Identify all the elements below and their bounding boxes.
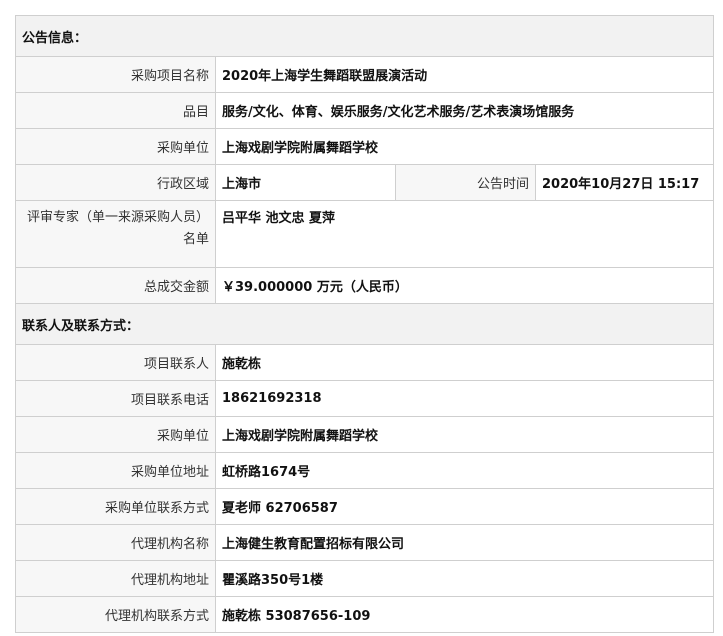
label-project-name: 采购项目名称 bbox=[15, 56, 216, 93]
section-contacts: 联系人及联系方式： bbox=[14, 303, 715, 345]
label-purchaser: 采购单位 bbox=[15, 128, 216, 165]
label-purchaser-address: 采购单位地址 bbox=[15, 452, 216, 489]
value-agency-contact: 施乾栋 53087656-109 bbox=[214, 596, 715, 633]
announcement-table: 公告信息： 采购项目名称 2020年上海学生舞蹈联盟展演活动 品目 服务/文化、… bbox=[14, 15, 715, 633]
value-publish-time: 2020年10月27日 15:17 bbox=[534, 164, 715, 201]
row-purchaser: 采购单位 上海戏剧学院附属舞蹈学校 bbox=[15, 128, 715, 165]
row-experts: 评审专家（单一来源采购人员）名单 吕平华 池文忠 夏萍 bbox=[15, 200, 715, 268]
value-total-amount: ￥39.000000 万元（人民币） bbox=[214, 267, 715, 304]
row-agency-name: 代理机构名称 上海健生教育配置招标有限公司 bbox=[15, 524, 715, 561]
label-agency-address: 代理机构地址 bbox=[15, 560, 216, 597]
label-region: 行政区域 bbox=[15, 164, 216, 201]
label-project-phone: 项目联系电话 bbox=[15, 380, 216, 417]
value-region: 上海市 bbox=[215, 164, 396, 201]
value-agency-address: 瞿溪路350号1楼 bbox=[214, 560, 715, 597]
value-contact-purchaser: 上海戏剧学院附属舞蹈学校 bbox=[214, 416, 715, 453]
label-experts: 评审专家（单一来源采购人员）名单 bbox=[15, 200, 216, 268]
section-announcement-info: 公告信息： bbox=[14, 15, 715, 57]
row-total-amount: 总成交金额 ￥39.000000 万元（人民币） bbox=[15, 267, 715, 304]
value-purchaser-address: 虹桥路1674号 bbox=[214, 452, 715, 489]
row-category: 品目 服务/文化、体育、娱乐服务/文化艺术服务/艺术表演场馆服务 bbox=[15, 92, 715, 129]
label-project-contact: 项目联系人 bbox=[15, 344, 216, 381]
label-category: 品目 bbox=[15, 92, 216, 129]
row-purchaser-address: 采购单位地址 虹桥路1674号 bbox=[15, 452, 715, 489]
value-project-phone: 18621692318 bbox=[214, 380, 715, 417]
value-project-name: 2020年上海学生舞蹈联盟展演活动 bbox=[214, 56, 715, 93]
row-contact-purchaser: 采购单位 上海戏剧学院附属舞蹈学校 bbox=[15, 416, 715, 453]
value-category: 服务/文化、体育、娱乐服务/文化艺术服务/艺术表演场馆服务 bbox=[214, 92, 715, 129]
value-project-contact: 施乾栋 bbox=[214, 344, 715, 381]
label-agency-name: 代理机构名称 bbox=[15, 524, 216, 561]
value-agency-name: 上海健生教育配置招标有限公司 bbox=[214, 524, 715, 561]
label-contact-purchaser: 采购单位 bbox=[15, 416, 216, 453]
row-project-contact: 项目联系人 施乾栋 bbox=[15, 344, 715, 381]
row-project-name: 采购项目名称 2020年上海学生舞蹈联盟展演活动 bbox=[15, 56, 715, 93]
row-purchaser-contact: 采购单位联系方式 夏老师 62706587 bbox=[15, 488, 715, 525]
value-purchaser-contact: 夏老师 62706587 bbox=[214, 488, 715, 525]
row-agency-contact: 代理机构联系方式 施乾栋 53087656-109 bbox=[15, 596, 715, 633]
label-total-amount: 总成交金额 bbox=[15, 267, 216, 304]
value-experts: 吕平华 池文忠 夏萍 bbox=[214, 200, 715, 268]
row-project-phone: 项目联系电话 18621692318 bbox=[15, 380, 715, 417]
label-purchaser-contact: 采购单位联系方式 bbox=[15, 488, 216, 525]
row-region-time: 行政区域 上海市 公告时间 2020年10月27日 15:17 bbox=[15, 164, 715, 201]
value-purchaser: 上海戏剧学院附属舞蹈学校 bbox=[214, 128, 715, 165]
label-agency-contact: 代理机构联系方式 bbox=[15, 596, 216, 633]
row-agency-address: 代理机构地址 瞿溪路350号1楼 bbox=[15, 560, 715, 597]
label-publish-time: 公告时间 bbox=[395, 164, 536, 201]
